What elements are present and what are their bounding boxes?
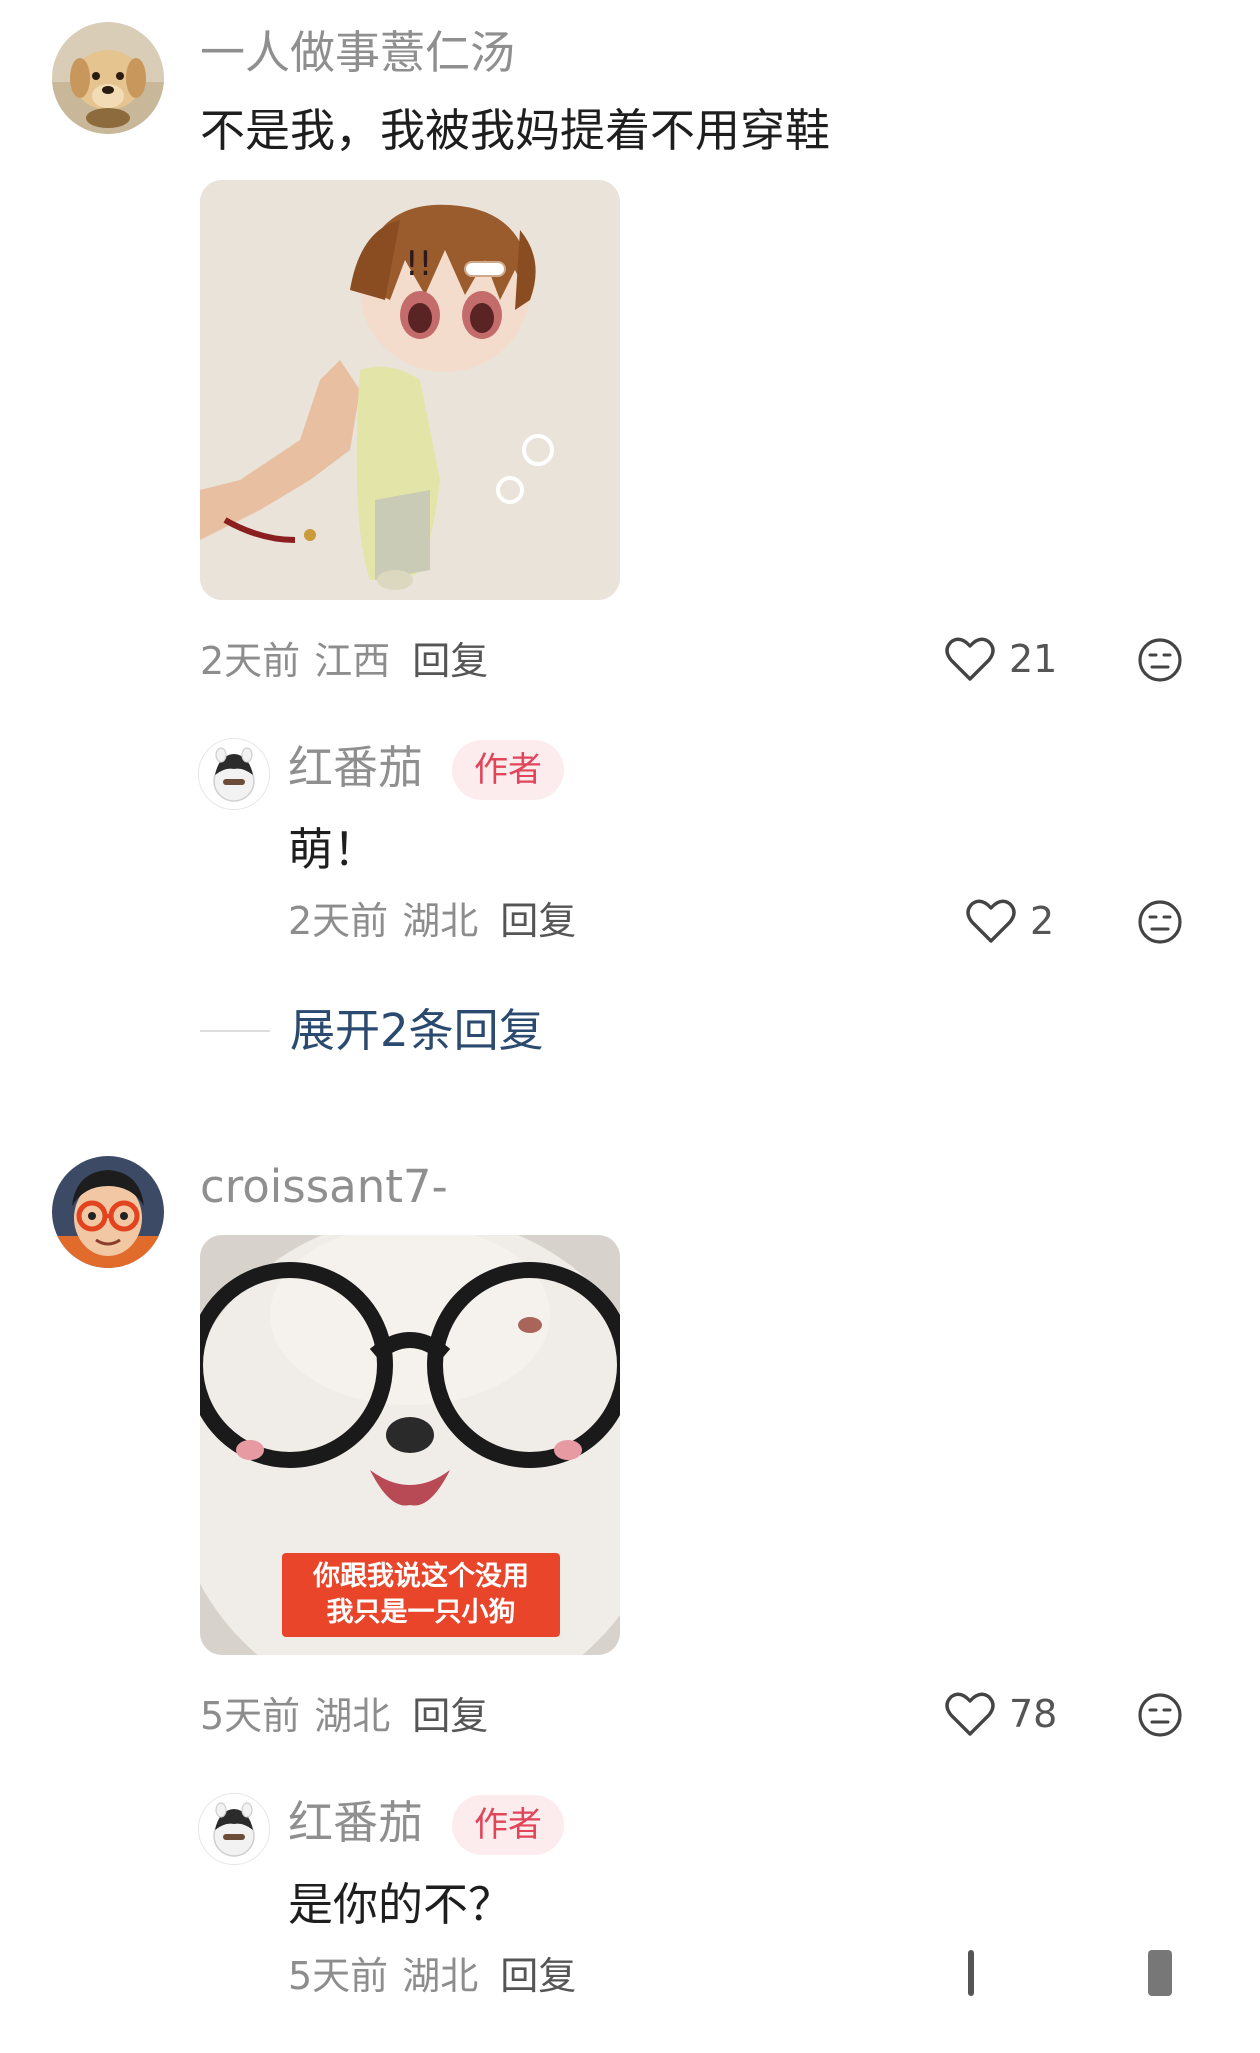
expand-replies-label: 展开2条回复 xyxy=(290,1004,544,1057)
heart-icon-partial[interactable] xyxy=(968,1950,974,1996)
like-count: 78 xyxy=(1009,1692,1058,1736)
dislike-face-icon[interactable] xyxy=(1136,898,1184,946)
like-button[interactable]: 78 xyxy=(945,1689,1057,1739)
comment-feed: 一人做事薏仁汤 不是我，我被我妈提着不用穿鞋 !! 2天前 江西 回复 21 红… xyxy=(0,0,1260,2053)
comment-time: 2天前 xyxy=(200,639,301,683)
reply-meta: 5天前 湖北 回复 xyxy=(288,1957,590,1995)
divider xyxy=(200,1029,270,1032)
like-count: 2 xyxy=(1030,899,1055,943)
heart-icon xyxy=(945,1692,995,1736)
dislike-face-icon[interactable] xyxy=(1136,636,1184,684)
comment-photo[interactable]: 你跟我说这个没用 我只是一只小狗 xyxy=(200,1235,620,1655)
reply-button[interactable]: 回复 xyxy=(412,639,488,683)
like-button[interactable]: 21 xyxy=(945,634,1057,684)
anime-doll-photo: !! xyxy=(200,180,620,600)
reply-time: 2天前 xyxy=(288,899,389,943)
reply-location: 湖北 xyxy=(402,899,479,943)
reply-username[interactable]: 红番茄 xyxy=(288,745,423,790)
like-button[interactable]: 2 xyxy=(966,896,1054,946)
reply-meta: 2天前 湖北 回复 xyxy=(288,902,590,940)
reply-button[interactable]: 回复 xyxy=(500,1954,576,1998)
reply-text: 萌！ xyxy=(288,823,379,876)
comment-photo[interactable]: !! xyxy=(200,180,620,600)
expand-replies-button[interactable]: 展开2条回复 xyxy=(200,1008,544,1053)
avatar[interactable] xyxy=(198,738,270,810)
avatar[interactable] xyxy=(198,1793,270,1865)
comment-location: 江西 xyxy=(314,639,391,683)
heart-icon xyxy=(945,637,995,681)
comment-username[interactable]: croissant7- xyxy=(200,1164,448,1209)
comment-text: 不是我，我被我妈提着不用穿鞋 xyxy=(200,104,831,157)
comment-username[interactable]: 一人做事薏仁汤 xyxy=(200,30,515,75)
caption-line: 你跟我说这个没用 xyxy=(313,1561,529,1592)
comment-meta: 2天前 江西 回复 xyxy=(200,642,502,680)
photo-caption: 你跟我说这个没用 我只是一只小狗 xyxy=(282,1553,560,1637)
reply-button[interactable]: 回复 xyxy=(500,899,576,943)
reply-text: 是你的不？ xyxy=(288,1878,514,1931)
author-badge: 作者 xyxy=(452,740,564,800)
reply-button[interactable]: 回复 xyxy=(412,1694,488,1738)
reply-username[interactable]: 红番茄 xyxy=(288,1800,423,1845)
reply-location: 湖北 xyxy=(402,1954,479,1998)
comment-meta: 5天前 湖北 回复 xyxy=(200,1697,502,1735)
dislike-face-icon-partial[interactable] xyxy=(1148,1950,1172,1996)
author-badge: 作者 xyxy=(452,1795,564,1855)
avatar[interactable] xyxy=(52,1156,164,1268)
comment-location: 湖北 xyxy=(314,1694,391,1738)
svg-text:!!: !! xyxy=(405,244,432,284)
like-count: 21 xyxy=(1009,637,1058,681)
comment-time: 5天前 xyxy=(200,1694,301,1738)
heart-icon xyxy=(966,899,1016,943)
caption-line: 我只是一只小狗 xyxy=(326,1597,516,1628)
reply-time: 5天前 xyxy=(288,1954,389,1998)
dislike-face-icon[interactable] xyxy=(1136,1691,1184,1739)
avatar[interactable] xyxy=(52,22,164,134)
